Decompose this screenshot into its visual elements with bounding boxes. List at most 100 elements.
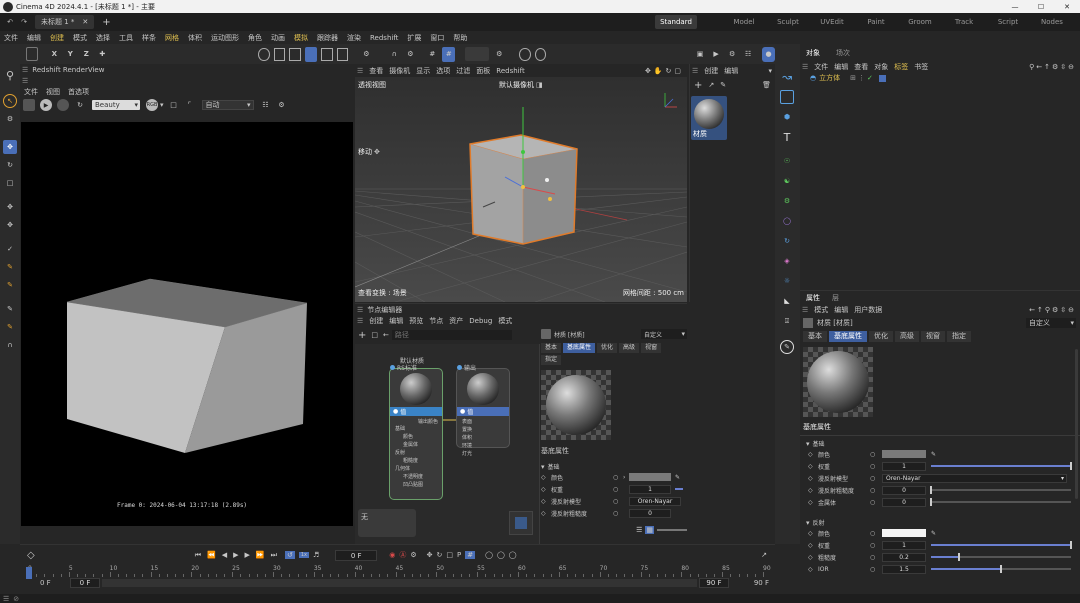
ne-menu-edit[interactable]: 编辑 (389, 316, 403, 326)
ne-menu-node[interactable]: 节点 (429, 316, 443, 326)
rs-port-5[interactable]: 几何体 (395, 465, 442, 473)
attr-menu-userdata[interactable]: 用户数据 (854, 305, 882, 315)
menu-file[interactable]: 文件 (4, 33, 18, 43)
om-menu-bookmarks[interactable]: 书签 (914, 62, 928, 72)
ne-menu-mode[interactable]: 模式 (498, 316, 512, 326)
menu-volume[interactable]: 体积 (188, 33, 202, 43)
layout-tab-uvedit[interactable]: UVEdit (810, 15, 854, 29)
layout-tab-nodes[interactable]: Nodes (1030, 15, 1074, 29)
cube-object-icon[interactable]: ↝ (780, 70, 794, 84)
attr-base-keyframe-icon[interactable]: ◇ (808, 451, 818, 458)
key-param-icon[interactable]: P (457, 551, 461, 559)
material-thumbnail[interactable]: 材质 (691, 96, 727, 140)
volume-icon[interactable]: ◈ (780, 254, 794, 268)
key-pos-icon[interactable]: ✥ (427, 551, 433, 559)
uv-mode-icon[interactable] (321, 47, 333, 61)
rs-port-1[interactable]: 颜色 (395, 433, 442, 441)
render-view-grid-icon[interactable]: ☰ (22, 77, 28, 85)
document-tab-close-icon[interactable]: ✕ (82, 18, 88, 26)
mm-add-icon[interactable]: + (694, 80, 702, 91)
mm-pick-icon[interactable]: ✎ (720, 81, 726, 89)
model-mode-icon[interactable] (258, 47, 270, 61)
visibility-icon[interactable]: ⋮ (858, 74, 865, 82)
attr-base-anim-icon[interactable]: ○ (870, 487, 882, 494)
attr-tab-basic[interactable]: 基本 (803, 331, 827, 342)
attr-base-anim-icon[interactable]: ○ (870, 499, 882, 506)
menu-tracker[interactable]: 跟踪器 (317, 33, 338, 43)
fcurve-icon[interactable]: ◯ (497, 551, 505, 559)
out-port-4[interactable]: 灯光 (462, 450, 509, 458)
keyframe-mode-icon[interactable]: ◇ (27, 550, 35, 561)
tweak-icon[interactable]: ∩ (388, 50, 400, 58)
maximize-button[interactable]: ☐ (1028, 0, 1054, 13)
rv-info-icon[interactable]: ☷ (260, 101, 272, 109)
menu-redshift[interactable]: Redshift (370, 34, 398, 42)
rs-port-4[interactable]: 粗糙度 (395, 457, 442, 465)
layout-tab-paint[interactable]: Paint (854, 15, 898, 29)
rv-channel-chevron-icon[interactable]: ▾ (160, 101, 164, 109)
rv-settings-icon[interactable]: ⚙ (276, 101, 288, 109)
rv-crop-icon[interactable]: ⌜ (184, 101, 196, 109)
redo-icon[interactable]: ↷ (17, 18, 31, 26)
menu-render[interactable]: 渲染 (347, 33, 361, 43)
attr-refl-keyframe-icon[interactable]: ◇ (808, 542, 818, 549)
attr-base-slider-handle[interactable] (930, 498, 932, 506)
menu-edit[interactable]: 编辑 (27, 33, 41, 43)
ne-tab-optimize[interactable]: 优化 (597, 343, 618, 353)
objects-tab-takes[interactable]: 场次 (836, 48, 850, 58)
menu-mesh[interactable]: 网格 (165, 33, 179, 43)
spline-pen-icon[interactable]: ✓ (3, 242, 17, 256)
vp-menu-redshift[interactable]: Redshift (496, 67, 524, 75)
menu-window[interactable]: 窗口 (430, 33, 444, 43)
attr-base-keyframe-icon[interactable]: ◇ (808, 475, 818, 482)
attr-refl-keyframe-icon[interactable]: ◇ (808, 530, 818, 537)
key-scale-icon[interactable]: □ (446, 551, 453, 559)
viewport-grip-icon[interactable]: ☰ (357, 67, 363, 75)
mm-delete-icon[interactable]: 🗑 (762, 81, 771, 89)
rv-bucket-icon[interactable]: □ (168, 101, 180, 109)
placement-tool-icon[interactable]: ✥ (3, 218, 17, 232)
rs-port-6[interactable]: 不透明度 (395, 473, 442, 481)
timeline-expand-icon[interactable]: ↗ (761, 551, 767, 559)
attr-base-slider-handle[interactable] (930, 486, 932, 494)
undo-history-icon[interactable] (26, 47, 39, 61)
axis-y-lock[interactable]: Y (64, 50, 76, 58)
menu-extensions[interactable]: 扩展 (407, 33, 421, 43)
attr-base-slider[interactable] (930, 486, 1071, 494)
attr-base-keyframe-icon[interactable]: ◇ (808, 463, 818, 470)
search-icon[interactable]: ⚲ (3, 68, 17, 82)
plane-object-icon[interactable] (780, 90, 794, 104)
out-port-3[interactable]: 环境 (462, 442, 509, 450)
light-icon[interactable]: ☼ (780, 274, 794, 288)
ne-back-icon[interactable]: ← (383, 331, 389, 339)
ne-menu-preview[interactable]: 预览 (409, 316, 423, 326)
object-axis-icon[interactable] (336, 47, 349, 61)
camera-object-icon[interactable]: ◣ (780, 294, 794, 308)
record-button[interactable]: ◉ (389, 551, 395, 559)
cloner-icon[interactable]: ☯ (780, 174, 794, 188)
attr-tab-advanced[interactable]: 高级 (895, 331, 919, 342)
attr-base-anim-icon[interactable]: ○ (870, 451, 882, 458)
timeline-range-start[interactable]: 0 F (70, 578, 100, 588)
ne-list-view-icon[interactable]: ☰ (636, 526, 642, 534)
polygon-mode-icon[interactable] (304, 46, 318, 62)
rs-port-0[interactable]: 基础 (395, 425, 442, 433)
attr-refl-anim-icon[interactable]: ○ (870, 566, 882, 573)
ne-menu-create[interactable]: 创建 (369, 316, 383, 326)
goto-end-button[interactable]: ⏭ (271, 551, 277, 560)
menu-simulate[interactable]: 模拟 (294, 33, 308, 43)
ne-none-box[interactable]: 无 (358, 509, 416, 537)
primitive-cube-icon[interactable]: ⬢ (780, 110, 794, 124)
attr-refl-value[interactable]: 1.5 (882, 564, 926, 574)
attr-refl-chevron-icon[interactable]: ▾ (806, 519, 810, 527)
timeline-end-field[interactable]: 90 F (729, 579, 769, 587)
color-picker-icon[interactable]: ✎ (931, 451, 936, 458)
om-menu-view[interactable]: 查看 (854, 62, 868, 72)
layout-tab-track[interactable]: Track (942, 15, 986, 29)
ne-preset-select[interactable]: 自定义 ▾ (641, 329, 687, 339)
quantize-icon[interactable]: # (442, 46, 456, 62)
ne-row1-key-icon[interactable]: ◇ (541, 486, 551, 493)
attr-refl-slider-handle[interactable] (958, 553, 960, 561)
viewport-canvas[interactable]: 透视视图 默认摄像机 ◨ 移动 ✥ 查看变换 : 场景 网格间距 : 500 c… (355, 77, 687, 302)
transform-tool-icon[interactable]: ✥ (3, 200, 17, 214)
